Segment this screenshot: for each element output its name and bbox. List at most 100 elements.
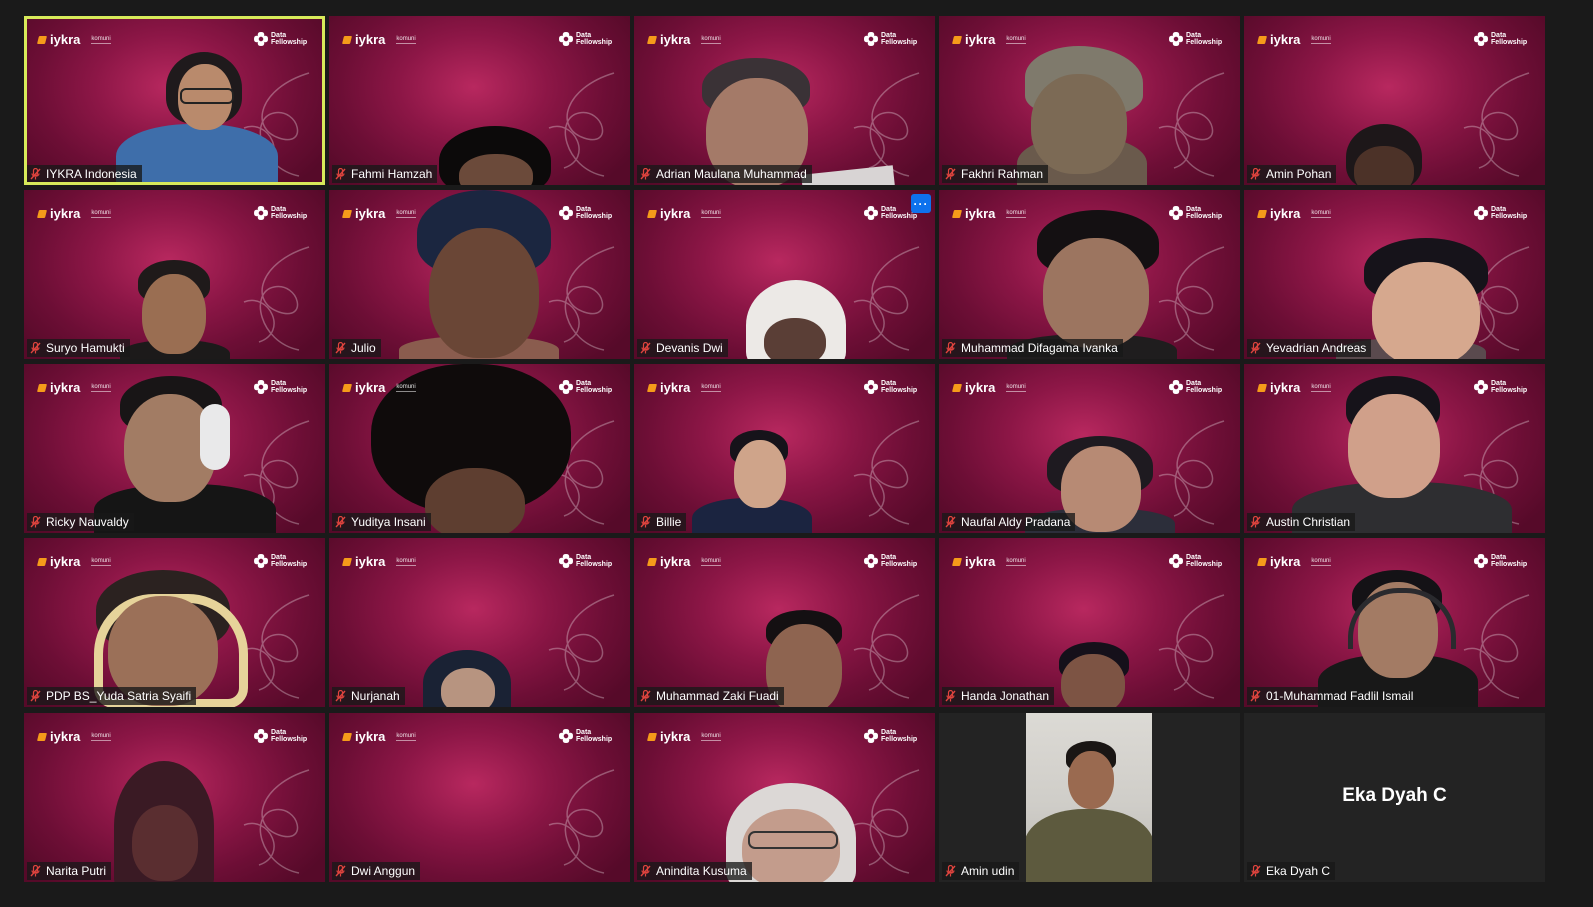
komuni-logo-text: komuni (1006, 383, 1026, 392)
komuni-logo-text: komuni (396, 209, 416, 218)
participant-tile[interactable]: iykra komuni Data Fellowship Naufal Aldy Pr… (939, 364, 1240, 533)
iykra-logo-icon (647, 557, 657, 566)
participant-name-label: IYKRA Indonesia (27, 165, 142, 183)
participant-tile[interactable]: iykra komuni Data Fellowship IYKRA Indonesi… (24, 16, 325, 185)
mic-muted-icon (30, 516, 41, 528)
data-fellowship-logo: Data Fellowship (1474, 554, 1531, 568)
participant-tile[interactable]: iykra komuni Data Fellowship Handa Jonathan (939, 538, 1240, 707)
iykra-logo-icon (37, 383, 47, 392)
iykra-logo: iykra komuni (342, 206, 416, 221)
mic-muted-icon (30, 342, 41, 354)
participant-tile[interactable]: iykra komuni Data Fellowship Adrian Maulana… (634, 16, 935, 185)
participant-name: Muhammad Difagama Ivanka (961, 341, 1118, 355)
data-fellowship-text: Data Fellowship (1186, 32, 1223, 46)
iykra-logo-text: iykra (50, 729, 81, 744)
participant-tile[interactable]: iykra komuni Data Fellowship Muhammad Difag… (939, 190, 1240, 359)
iykra-logo-icon (952, 209, 962, 218)
background-swirl (1463, 72, 1530, 177)
data-fellowship-logo: Data Fellowship (1474, 206, 1531, 220)
participant-tile[interactable]: iykra komuni Data Fellowship Julio (329, 190, 630, 359)
participant-name-label: Dwi Anggun (332, 862, 421, 880)
iykra-logo-text: iykra (50, 32, 81, 47)
data-fellowship-text: Data Fellowship (881, 32, 918, 46)
iykra-logo: iykra komuni (647, 554, 721, 569)
komuni-logo-text: komuni (1006, 557, 1026, 566)
more-options-button[interactable]: ··· (911, 194, 931, 213)
mic-muted-icon (640, 516, 651, 528)
iykra-logo: iykra komuni (342, 729, 416, 744)
participant-name-label: Anindita Kusuma (637, 862, 752, 880)
data-fellowship-logo: Data Fellowship (864, 32, 921, 46)
iykra-logo-text: iykra (355, 206, 386, 221)
mic-muted-icon (640, 865, 651, 877)
participant-name-label: Muhammad Difagama Ivanka (942, 339, 1123, 357)
participant-tile[interactable]: iykra komuni Data Fellowship Fakhri Rahman (939, 16, 1240, 185)
iykra-logo: iykra komuni (1257, 554, 1331, 569)
iykra-logo: iykra komuni (647, 32, 721, 47)
background-swirl (243, 594, 310, 699)
komuni-logo-text: komuni (1311, 209, 1331, 218)
data-fellowship-text: Data Fellowship (271, 380, 308, 394)
participant-tile[interactable]: iykra komuni Data Fellowship Amin Pohan (1244, 16, 1545, 185)
flower-icon (864, 380, 878, 394)
data-fellowship-logo: Data Fellowship (559, 380, 616, 394)
flower-icon (864, 206, 878, 220)
participant-name: Handa Jonathan (961, 689, 1050, 703)
data-fellowship-text: Data Fellowship (271, 729, 308, 743)
iykra-logo-text: iykra (1270, 32, 1301, 47)
participant-tile[interactable]: iykra komuni Data Fellowship Yevadrian Andr… (1244, 190, 1545, 359)
participant-tile[interactable]: iykra komuni Data Fellowship Yuditya Insani (329, 364, 630, 533)
participant-name-label: Amin Pohan (1247, 165, 1337, 183)
participant-name-label: Suryo Hamukti (27, 339, 130, 357)
iykra-logo: iykra komuni (647, 206, 721, 221)
data-fellowship-logo: Data Fellowship (864, 380, 921, 394)
participant-tile[interactable]: iykra komuni Data Fellowship Ricky Nauvaldy (24, 364, 325, 533)
background-swirl (853, 769, 920, 874)
participant-tile[interactable]: iykra komuni Data Fellowship Nurjanah (329, 538, 630, 707)
data-fellowship-logo: Data Fellowship (559, 729, 616, 743)
participant-tile[interactable]: iykra komuni Data Fellowship Devanis Dwi ··· (634, 190, 935, 359)
participant-tile[interactable]: iykra komuni Data Fellowship Austin Christi… (1244, 364, 1545, 533)
iykra-logo-text: iykra (965, 380, 996, 395)
komuni-logo-text: komuni (1311, 383, 1331, 392)
flower-icon (1474, 206, 1488, 220)
iykra-logo-icon (1257, 209, 1267, 218)
komuni-logo-text: komuni (91, 383, 111, 392)
mic-muted-icon (335, 690, 346, 702)
data-fellowship-logo: Data Fellowship (864, 554, 921, 568)
participant-tile[interactable]: iykra komuni Data Fellowship Suryo Hamukti (24, 190, 325, 359)
iykra-logo-icon (342, 732, 352, 741)
komuni-logo-text: komuni (701, 557, 721, 566)
participant-tile[interactable]: iykra komuni Data Fellowship Anindita Kusum… (634, 713, 935, 882)
participant-tile[interactable]: Amin udin (939, 713, 1240, 882)
iykra-logo-icon (952, 383, 962, 392)
iykra-logo: iykra komuni (647, 380, 721, 395)
participant-name: Muhammad Zaki Fuadi (656, 689, 779, 703)
participant-name: Adrian Maulana Muhammad (656, 167, 807, 181)
participant-tile[interactable]: Eka Dyah C Eka Dyah C (1244, 713, 1545, 882)
mic-muted-icon (1250, 342, 1261, 354)
participant-tile[interactable]: iykra komuni Data Fellowship Billie (634, 364, 935, 533)
participant-name: IYKRA Indonesia (46, 167, 137, 181)
data-fellowship-text: Data Fellowship (881, 729, 918, 743)
komuni-logo-text: komuni (1006, 209, 1026, 218)
data-fellowship-logo: Data Fellowship (1474, 32, 1531, 46)
participant-tile[interactable]: iykra komuni Data Fellowship PDP BS_Yuda Sa… (24, 538, 325, 707)
iykra-logo-icon (1257, 383, 1267, 392)
iykra-logo-icon (1257, 557, 1267, 566)
participant-name: Dwi Anggun (351, 864, 416, 878)
iykra-logo-text: iykra (965, 32, 996, 47)
participant-tile[interactable]: iykra komuni Data Fellowship Narita Putri (24, 713, 325, 882)
participant-tile[interactable]: iykra komuni Data Fellowship Fahmi Hamzah (329, 16, 630, 185)
zoom-gallery-view: iykra komuni Data Fellowship IYKRA Indonesi… (0, 0, 1593, 907)
background-swirl (243, 246, 310, 351)
participant-tile[interactable]: iykra komuni Data Fellowship Muhammad Zaki … (634, 538, 935, 707)
participant-name: Narita Putri (46, 864, 107, 878)
data-fellowship-text: Data Fellowship (881, 380, 918, 394)
participant-tile[interactable]: iykra komuni Data Fellowship Dwi Anggun (329, 713, 630, 882)
data-fellowship-logo: Data Fellowship (1169, 32, 1226, 46)
data-fellowship-logo: Data Fellowship (559, 554, 616, 568)
participant-tile[interactable]: iykra komuni Data Fellowship 01-Muhammad Fa… (1244, 538, 1545, 707)
iykra-logo: iykra komuni (37, 206, 111, 221)
flower-icon (254, 380, 268, 394)
